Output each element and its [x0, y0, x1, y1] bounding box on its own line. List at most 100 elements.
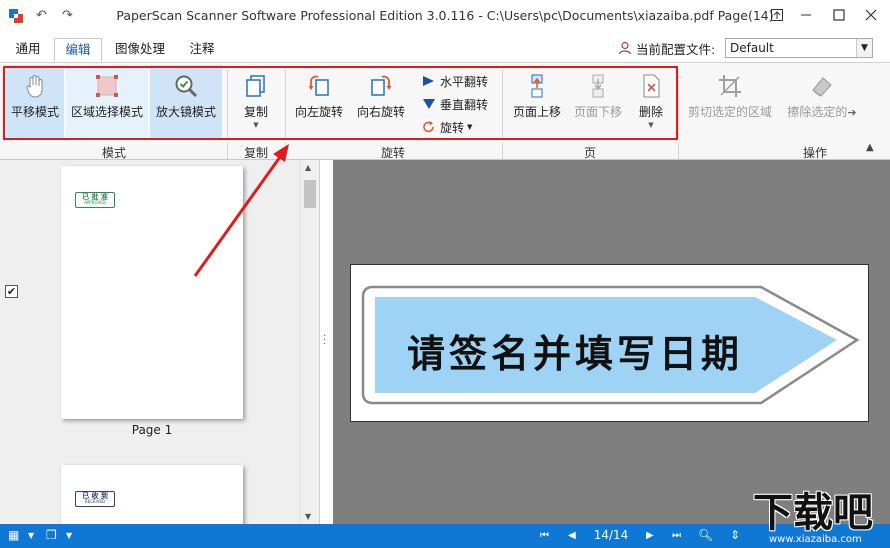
area-select-icon: [96, 75, 118, 97]
next-page-icon[interactable]: ▶: [646, 530, 654, 541]
crop-selection-button[interactable]: 剪切选定的区域: [684, 65, 776, 139]
copy-label: 复制: [243, 105, 268, 119]
pin-icon[interactable]: [762, 4, 792, 26]
document-view[interactable]: 请签名并填写日期: [333, 160, 890, 524]
flip-vertical-icon: [423, 99, 435, 109]
pan-mode-label: 平移模式: [10, 105, 59, 119]
page-thumbnail-label: Page 1: [131, 423, 173, 437]
view-layout-icon[interactable]: ▦: [8, 528, 19, 542]
splitter-grip[interactable]: · · ·: [323, 332, 326, 350]
document-page: 请签名并填写日期: [350, 264, 869, 422]
magnifier-mode-label: 放大镜模式: [155, 105, 216, 119]
zoom-icon[interactable]: 🔍︎: [698, 528, 713, 542]
separator: [502, 143, 503, 159]
thumbnail-panel: 已 批 准 APPROVED Page 1 ✔ 已 收 到 RECEIVED ▲…: [0, 160, 320, 524]
sign-date-text: 请签名并填写日期: [407, 332, 744, 376]
delete-page-icon: [643, 74, 660, 98]
chevron-down-icon[interactable]: ▼: [28, 531, 34, 540]
separator: [285, 143, 286, 159]
hand-icon: [26, 75, 43, 98]
erase-selection-button[interactable]: 擦除选定的➔: [782, 65, 862, 139]
rotate-label: 旋转: [440, 120, 465, 135]
separator: [285, 69, 286, 139]
group-label-actions: 操作: [802, 146, 827, 160]
flip-horizontal-button[interactable]: 水平翻转: [422, 71, 488, 91]
separator: [227, 69, 228, 139]
tab-image-processing[interactable]: 图像处理: [108, 38, 172, 62]
copy-button[interactable]: 复制 ▼: [232, 65, 280, 139]
flip-vertical-button[interactable]: 垂直翻转: [422, 94, 488, 114]
rotate-left-button[interactable]: 向左旋转: [290, 65, 348, 139]
rotate-right-label: 向右旋转: [356, 105, 405, 119]
delete-button[interactable]: 删除 ▼: [630, 65, 672, 139]
page-thumbnail-2[interactable]: 已 收 到 RECEIVED: [61, 465, 243, 524]
previous-page-icon[interactable]: ◀: [568, 530, 576, 541]
fit-page-icon[interactable]: ⇕: [730, 528, 740, 542]
rotate-left-icon: [308, 75, 329, 96]
received-stamp: 已 收 到 RECEIVED: [75, 491, 115, 507]
area-select-mode-button[interactable]: 区域选择模式: [66, 65, 148, 139]
ribbon: 平移模式 区域选择模式 放大镜模式 复制 ▼ 向左旋转 向右旋转 水平翻转 垂直…: [0, 62, 890, 160]
maximize-button[interactable]: [824, 4, 854, 26]
scroll-up-icon[interactable]: ▲: [305, 163, 311, 172]
page-up-icon: [531, 74, 543, 98]
rotate-left-label: 向左旋转: [294, 105, 343, 119]
scroll-thumb[interactable]: [304, 180, 316, 208]
window-title: PaperScan Scanner Software Professional …: [116, 8, 774, 23]
separator: [678, 143, 679, 159]
close-button[interactable]: [856, 4, 886, 26]
eraser-icon: [812, 77, 832, 97]
page-up-button[interactable]: 页面上移: [508, 65, 566, 139]
scroll-down-icon[interactable]: ▼: [305, 512, 311, 521]
delete-label: 删除: [638, 105, 663, 119]
page-layout-icon[interactable]: ❐: [46, 528, 57, 542]
chevron-down-icon[interactable]: ▼: [856, 39, 872, 57]
flip-horizontal-icon: [423, 76, 434, 86]
config-area: 当前配置文件:: [618, 38, 715, 58]
rotate-right-button[interactable]: 向右旋转: [352, 65, 410, 139]
ribbon-collapse-icon[interactable]: ▲: [866, 142, 874, 153]
copy-icon: [246, 75, 265, 97]
config-label: 当前配置文件:: [636, 41, 716, 57]
magnifier-mode-button[interactable]: 放大镜模式: [150, 65, 222, 139]
tab-general[interactable]: 通用: [8, 38, 48, 62]
rotate-button[interactable]: 旋转 ▼: [422, 117, 472, 137]
last-page-icon[interactable]: ⏭: [672, 530, 681, 541]
minimize-button[interactable]: [791, 4, 821, 26]
chevron-down-icon: ▼: [467, 123, 473, 131]
page-down-label: 页面下移: [573, 105, 622, 119]
page-down-icon: [592, 74, 604, 98]
arrow-right-icon[interactable]: ➔: [847, 106, 856, 119]
thumbnail-scrollbar[interactable]: ▲ ▼: [300, 160, 318, 524]
tab-annotation[interactable]: 注释: [180, 38, 224, 62]
title-bar: ↶ ↷ PaperScan Scanner Software Professio…: [0, 0, 890, 32]
page-checkbox[interactable]: ✔: [5, 285, 18, 298]
page-down-button[interactable]: 页面下移: [570, 65, 626, 139]
page-indicator[interactable]: 14/14: [588, 528, 634, 542]
flip-horizontal-label: 水平翻转: [440, 74, 489, 89]
rotate-icon: [423, 121, 434, 133]
first-page-icon[interactable]: ⏮: [540, 530, 549, 541]
separator: [502, 69, 503, 139]
separator: [227, 143, 228, 159]
crop-icon: [719, 75, 741, 97]
rotate-right-icon: [371, 75, 392, 96]
pan-mode-button[interactable]: 平移模式: [6, 65, 64, 139]
chevron-down-icon: ▼: [253, 121, 259, 129]
tab-edit[interactable]: 编辑: [54, 38, 102, 62]
magnifier-icon: [175, 75, 198, 98]
page-thumbnail-1[interactable]: 已 批 准 APPROVED: [61, 166, 243, 419]
page-up-label: 页面上移: [512, 105, 561, 119]
group-label-mode: 模式: [101, 146, 126, 160]
config-dropdown[interactable]: Default ▼: [725, 38, 873, 58]
user-config-icon: [618, 41, 632, 55]
group-label-rotate: 旋转: [380, 146, 405, 160]
erase-selection-label: 擦除选定的➔: [787, 105, 857, 119]
crop-selection-label: 剪切选定的区域: [687, 105, 772, 119]
flip-vertical-label: 垂直翻转: [440, 97, 489, 112]
chevron-down-icon[interactable]: ▼: [66, 531, 72, 540]
separator: [678, 69, 679, 139]
config-value: Default: [730, 41, 774, 55]
group-label-page: 页: [583, 146, 596, 160]
chevron-down-icon: ▼: [648, 121, 654, 129]
